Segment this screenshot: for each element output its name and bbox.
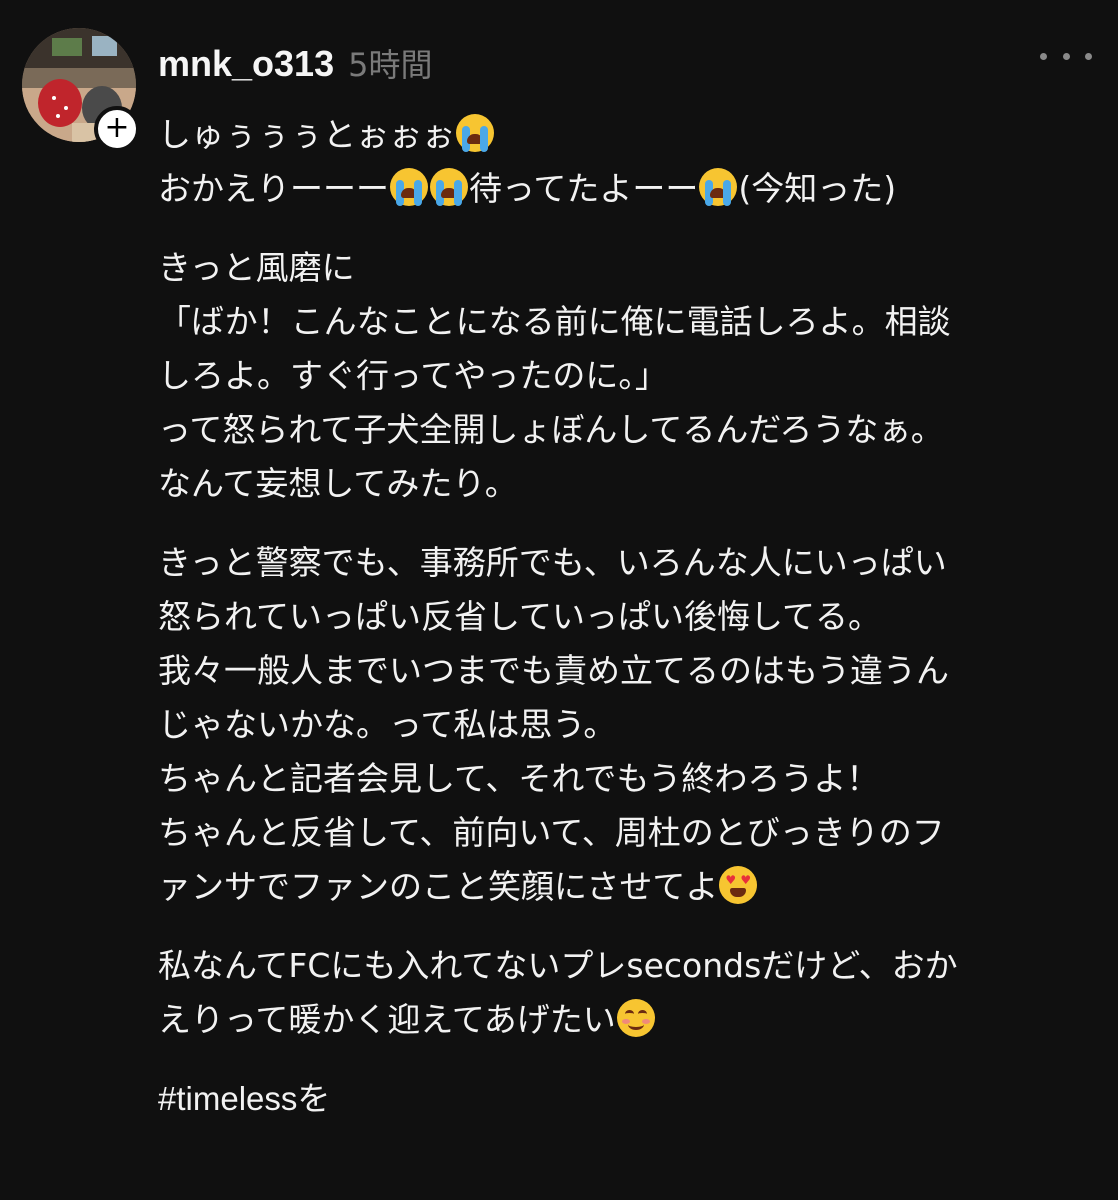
avatar-container[interactable]: +: [22, 28, 140, 152]
post-header: mnk_o313 5時間: [158, 40, 432, 90]
text-line: 「ばか！こんなことになる前に俺に電話しろよ。相談: [158, 302, 951, 341]
loudly-crying-face-icon: [699, 168, 738, 206]
text-line: じゃないかな。って私は思う。: [158, 705, 617, 744]
username[interactable]: mnk_o313: [158, 43, 334, 85]
paragraph: きっと風磨に 「ばか！こんなことになる前に俺に電話しろよ。相談 しろよ。すぐ行っ…: [158, 241, 1098, 511]
text-line: ちゃんと記者会見して、それでもう終わろうよ！: [158, 759, 880, 798]
heart-eyes-face-icon: ♥ ♥: [719, 866, 758, 904]
loudly-crying-face-icon: [430, 168, 468, 206]
text-line: 怒られていっぱい反省していっぱい後悔してる。: [158, 597, 882, 636]
more-options-button[interactable]: [1040, 36, 1092, 76]
text-line: ァンサでファンのこと笑顔にさせてよ ♥ ♥: [158, 860, 1098, 914]
text-segment: しゅぅぅぅとぉぉぉ: [158, 115, 455, 154]
follow-button[interactable]: +: [94, 106, 140, 152]
more-horizontal-icon-dot: [1062, 52, 1070, 60]
text-segment: (今知った): [738, 169, 897, 208]
text-line: なんて妄想してみたり。: [158, 464, 518, 503]
text-line: きっと警察でも、事務所でも、いろんな人にいっぱい: [158, 543, 947, 582]
paragraph: きっと警察でも、事務所でも、いろんな人にいっぱい 怒られていっぱい反省していっぱ…: [158, 536, 1098, 914]
text-segment: おかえりーーー: [158, 169, 389, 208]
text-line: きっと風磨に: [158, 248, 355, 287]
text-line: ちゃんと反省して、前向いて、周杜のとびっきりのフ: [158, 813, 945, 852]
text-line: しろよ。すぐ行ってやったのに。」: [158, 356, 668, 395]
text-segment: 待ってたよーー: [469, 169, 699, 208]
paragraph: 私なんてFCにも入れてないプレsecondsだけど、おか えりって暖かく迎えてあ…: [158, 939, 1098, 1047]
loudly-crying-face-icon: [390, 168, 428, 206]
more-horizontal-icon: [1040, 52, 1047, 60]
post-body: しゅぅぅぅとぉぉぉ おかえりーーー 待ってたよーー (今知った) きっと風磨に 「ば…: [158, 108, 1098, 1151]
paragraph: しゅぅぅぅとぉぉぉ おかえりーーー 待ってたよーー (今知った): [158, 108, 1098, 216]
text-line: 我々一般人までいつまでも責め立てるのはもう違うん: [158, 651, 950, 690]
text-line: えりって暖かく迎えてあげたい: [158, 993, 1098, 1047]
text-line: しゅぅぅぅとぉぉぉ: [158, 108, 1098, 162]
text-line: おかえりーーー 待ってたよーー (今知った): [158, 162, 1098, 216]
loudly-crying-face-icon: [456, 114, 494, 152]
paragraph: #timelessを: [158, 1072, 1098, 1126]
hashtag-link[interactable]: #timelessを: [158, 1072, 1098, 1126]
text-line: 私なんてFCにも入れてないプレsecondsだけど、おか: [158, 946, 958, 985]
timestamp: 5時間: [348, 46, 433, 84]
plus-icon: +: [104, 109, 130, 145]
text-segment: ァンサでファンのこと笑顔にさせてよ: [158, 867, 719, 906]
threads-post: + mnk_o313 5時間 しゅぅぅぅとぉぉぉ おかえりーーー 待ってたよーー (…: [0, 0, 1118, 1200]
smiling-face-icon: [616, 999, 655, 1037]
text-segment: えりって暖かく迎えてあげたい: [158, 1000, 616, 1039]
more-horizontal-icon-dot: [1085, 52, 1092, 60]
text-line: って怒られて子犬全開しょぼんしてるんだろうなぁ。: [158, 410, 944, 449]
